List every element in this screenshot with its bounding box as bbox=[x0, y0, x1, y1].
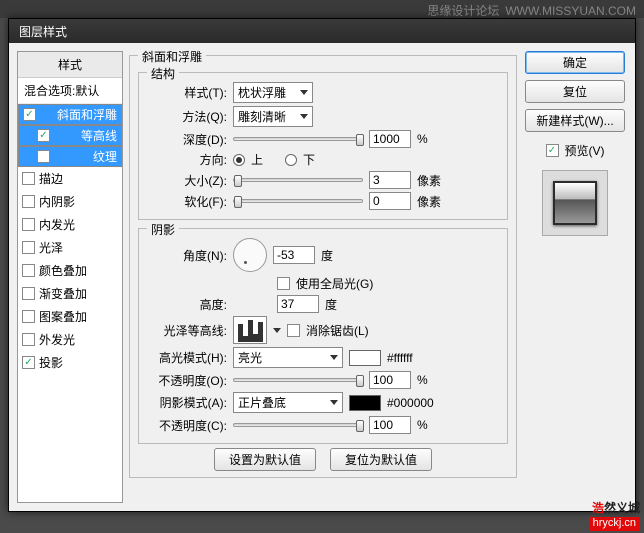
chevron-down-icon bbox=[330, 355, 338, 360]
cancel-button[interactable]: 复位 bbox=[525, 80, 625, 103]
shadow-group: 阴影 角度(N): -53 度 使用全局光(G) 高度: 37 度 光泽等高线: bbox=[138, 228, 508, 444]
global-light-checkbox[interactable] bbox=[277, 277, 290, 290]
direction-up-radio[interactable] bbox=[233, 154, 245, 166]
highlight-mode-select[interactable]: 亮光 bbox=[233, 347, 343, 368]
checkbox-icon[interactable] bbox=[22, 356, 35, 369]
style-pattern-overlay[interactable]: 图案叠加 bbox=[18, 305, 122, 328]
style-stroke[interactable]: 描边 bbox=[18, 167, 122, 190]
direction-down-radio[interactable] bbox=[285, 154, 297, 166]
forum-banner: 思缘设计论坛WWW.MISSYUAN.COM bbox=[0, 0, 644, 18]
reset-default-button[interactable]: 复位为默认值 bbox=[330, 448, 432, 471]
checkbox-icon[interactable] bbox=[22, 310, 35, 323]
new-style-button[interactable]: 新建样式(W)... bbox=[525, 109, 625, 132]
checkbox-icon[interactable] bbox=[37, 129, 50, 142]
shadow-opacity-input[interactable]: 100 bbox=[369, 416, 411, 434]
checkbox-icon[interactable] bbox=[22, 287, 35, 300]
checkbox-icon[interactable] bbox=[22, 195, 35, 208]
altitude-input[interactable]: 37 bbox=[277, 295, 319, 313]
preview-thumbnail bbox=[542, 170, 608, 236]
chevron-down-icon bbox=[300, 90, 308, 95]
highlight-opacity-input[interactable]: 100 bbox=[369, 371, 411, 389]
styles-header: 样式 bbox=[18, 52, 122, 78]
chevron-down-icon bbox=[330, 400, 338, 405]
style-select[interactable]: 枕状浮雕 bbox=[233, 82, 313, 103]
style-inner-shadow[interactable]: 内阴影 bbox=[18, 190, 122, 213]
highlight-color-swatch[interactable] bbox=[349, 350, 381, 366]
checkbox-icon[interactable] bbox=[22, 241, 35, 254]
checkbox-icon[interactable] bbox=[22, 333, 35, 346]
shadow-mode-select[interactable]: 正片叠底 bbox=[233, 392, 343, 413]
styles-list: 样式 混合选项:默认 斜面和浮雕 等高线 纹理 描边 内阴影 内发光 光泽 颜色… bbox=[17, 51, 123, 503]
depth-input[interactable]: 1000 bbox=[369, 130, 411, 148]
ok-button[interactable]: 确定 bbox=[525, 51, 625, 74]
shadow-opacity-slider[interactable] bbox=[233, 423, 363, 427]
blend-options[interactable]: 混合选项:默认 bbox=[18, 78, 122, 104]
style-color-overlay[interactable]: 颜色叠加 bbox=[18, 259, 122, 282]
gloss-contour[interactable] bbox=[233, 316, 267, 344]
style-texture[interactable]: 纹理 bbox=[18, 146, 122, 167]
angle-dial[interactable] bbox=[233, 238, 267, 272]
angle-input[interactable]: -53 bbox=[273, 246, 315, 264]
technique-select[interactable]: 雕刻清晰 bbox=[233, 106, 313, 127]
checkbox-icon[interactable] bbox=[22, 172, 35, 185]
shadow-color-swatch[interactable] bbox=[349, 395, 381, 411]
checkbox-icon[interactable] bbox=[23, 108, 36, 121]
style-bevel-emboss[interactable]: 斜面和浮雕 bbox=[18, 104, 122, 125]
style-satin[interactable]: 光泽 bbox=[18, 236, 122, 259]
style-inner-glow[interactable]: 内发光 bbox=[18, 213, 122, 236]
dialog-titlebar[interactable]: 图层样式 bbox=[9, 19, 635, 43]
layer-style-dialog: 图层样式 样式 混合选项:默认 斜面和浮雕 等高线 纹理 描边 内阴影 内发光 … bbox=[8, 18, 636, 512]
checkbox-icon[interactable] bbox=[22, 218, 35, 231]
right-panel: 确定 复位 新建样式(W)... 预览(V) bbox=[523, 51, 627, 503]
antialias-checkbox[interactable] bbox=[287, 324, 300, 337]
panel-title: 斜面和浮雕 bbox=[138, 48, 206, 65]
style-contour[interactable]: 等高线 bbox=[18, 125, 122, 146]
watermark: 浩然义城 hryckj.cn bbox=[589, 493, 640, 531]
highlight-opacity-slider[interactable] bbox=[233, 378, 363, 382]
bevel-panel: 斜面和浮雕 结构 样式(T): 枕状浮雕 方法(Q): 雕刻清晰 深度(D): … bbox=[129, 55, 517, 478]
chevron-down-icon[interactable] bbox=[273, 328, 281, 333]
size-input[interactable]: 3 bbox=[369, 171, 411, 189]
chevron-down-icon bbox=[300, 114, 308, 119]
size-slider[interactable] bbox=[233, 178, 363, 182]
checkbox-icon[interactable] bbox=[37, 150, 50, 163]
structure-group: 结构 样式(T): 枕状浮雕 方法(Q): 雕刻清晰 深度(D): 1000 %… bbox=[138, 72, 508, 220]
depth-slider[interactable] bbox=[233, 137, 363, 141]
soften-input[interactable]: 0 bbox=[369, 192, 411, 210]
preview-checkbox[interactable] bbox=[546, 144, 559, 157]
make-default-button[interactable]: 设置为默认值 bbox=[214, 448, 316, 471]
checkbox-icon[interactable] bbox=[22, 264, 35, 277]
soften-slider[interactable] bbox=[233, 199, 363, 203]
style-drop-shadow[interactable]: 投影 bbox=[18, 351, 122, 374]
style-gradient-overlay[interactable]: 渐变叠加 bbox=[18, 282, 122, 305]
style-outer-glow[interactable]: 外发光 bbox=[18, 328, 122, 351]
